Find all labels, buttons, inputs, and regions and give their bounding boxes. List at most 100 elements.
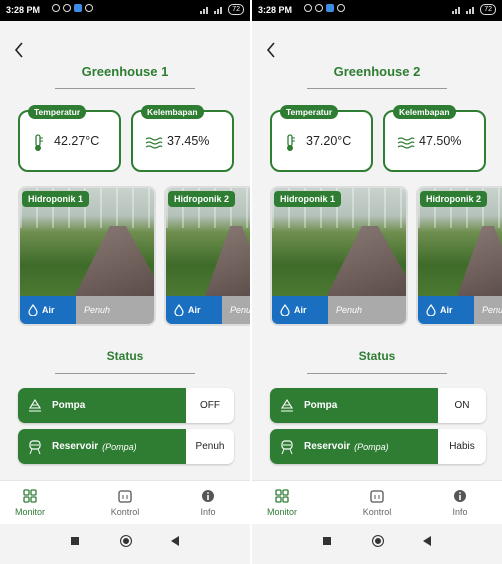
humidity-card: Kelembapan 37.45% <box>131 105 234 172</box>
pump-label: Pompa <box>304 400 338 411</box>
nav-monitor[interactable]: Monitor <box>252 487 312 517</box>
water-label: Air <box>294 305 307 315</box>
pump-status-row[interactable]: Pompa OFF <box>18 388 234 423</box>
info-icon <box>454 490 466 502</box>
water-label: Air <box>188 305 201 315</box>
hydroponic-card-1[interactable]: Hidroponik 1 Air Penuh <box>18 186 156 326</box>
app-notification-icon <box>326 4 334 12</box>
title-divider <box>307 88 447 89</box>
hydroponic-label: Hidroponik 2 <box>420 191 488 207</box>
hydroponic-card-2[interactable]: Hidroponik 2 Air Penuh <box>164 186 250 326</box>
pump-value: ON <box>438 388 486 423</box>
temperature-value: 37.20°C <box>306 134 352 148</box>
status-time: 3:28 PM <box>258 5 293 15</box>
hydroponic-label: Hidroponik 1 <box>274 191 342 207</box>
reservoir-value: Habis <box>438 429 486 464</box>
nav-monitor-label: Monitor <box>14 507 45 517</box>
water-drop-icon <box>426 304 436 316</box>
humidity-icon <box>145 134 163 155</box>
reservoir-sublabel: (Pompa) <box>354 441 389 452</box>
battery-icon: 72 <box>228 4 244 15</box>
status-right: 72 <box>452 4 496 15</box>
info-icon <box>202 490 214 502</box>
nav-kontrol[interactable]: Kontrol <box>347 487 407 517</box>
water-status-bar: Air Penuh <box>166 296 250 324</box>
temperature-card: Temperatur 37.20°C <box>270 105 373 172</box>
hydroponic-card-1[interactable]: Hidroponik 1 Air Penuh <box>270 186 408 326</box>
status-time: 3:28 PM <box>6 5 41 15</box>
title-divider <box>55 88 195 89</box>
reservoir-status-row[interactable]: Reservoir (Pompa) Habis <box>270 429 486 464</box>
recents-button[interactable] <box>323 537 331 545</box>
page-title: Greenhouse 2 <box>333 64 421 79</box>
app-notification-icon <box>74 4 82 12</box>
bottom-navigation: Monitor Kontrol Info <box>252 480 502 525</box>
nav-kontrol[interactable]: Kontrol <box>95 487 155 517</box>
water-status: Penuh <box>336 305 363 315</box>
water-status: Penuh <box>230 305 250 315</box>
recents-button[interactable] <box>71 537 79 545</box>
status-heading: Status <box>106 349 144 363</box>
water-label: Air <box>440 305 453 315</box>
status-heading: Status <box>358 349 396 363</box>
alarm-icon <box>304 4 312 12</box>
temperature-label: Temperatur <box>28 105 87 119</box>
signal-icon-2 <box>466 6 476 14</box>
headset-icon <box>315 4 323 12</box>
temperature-label: Temperatur <box>280 105 339 119</box>
nav-info[interactable]: Info <box>430 487 490 517</box>
reservoir-sublabel: (Pompa) <box>102 441 137 452</box>
back-button[interactable] <box>171 536 179 546</box>
back-button[interactable] <box>423 536 431 546</box>
temperature-value: 42.27°C <box>54 134 100 148</box>
reservoir-status-row[interactable]: Reservoir (Pompa) Penuh <box>18 429 234 464</box>
hydroponic-label: Hidroponik 2 <box>168 191 236 207</box>
monitor-grid-icon <box>275 489 289 503</box>
pump-icon <box>281 398 293 411</box>
signal-icon-2 <box>214 6 224 14</box>
nav-kontrol-label: Kontrol <box>362 507 392 517</box>
instagram-icon <box>337 4 345 12</box>
battery-icon: 72 <box>480 4 496 15</box>
nav-monitor[interactable]: Monitor <box>0 487 60 517</box>
system-navigation <box>252 524 502 564</box>
status-right: 72 <box>200 4 244 15</box>
water-label: Air <box>42 305 55 315</box>
status-notification-icons <box>304 4 345 12</box>
status-divider <box>307 373 447 374</box>
humidity-value: 47.50% <box>419 134 462 148</box>
status-notification-icons <box>52 4 93 12</box>
phone-screen-2: 3:28 PM 72 Greenhouse 2 Temperatur 37.20… <box>252 0 502 564</box>
humidity-label: Kelembapan <box>393 105 456 119</box>
thermometer-icon <box>32 134 44 157</box>
status-divider <box>55 373 195 374</box>
water-status: Penuh <box>84 305 111 315</box>
hydroponic-card-2[interactable]: Hidroponik 2 Air Penuh <box>416 186 502 326</box>
pump-status-row[interactable]: Pompa ON <box>270 388 486 423</box>
water-drop-icon <box>280 304 290 316</box>
signal-icon <box>452 6 462 14</box>
back-arrow-icon[interactable] <box>266 42 276 61</box>
water-status-bar: Air Penuh <box>418 296 502 324</box>
water-label-box: Air <box>20 296 76 324</box>
nav-info-label: Info <box>452 507 468 517</box>
reservoir-icon <box>29 439 41 454</box>
temperature-card: Temperatur 42.27°C <box>18 105 121 172</box>
pump-icon <box>29 398 41 411</box>
home-button[interactable] <box>372 535 384 547</box>
water-status-bar: Air Penuh <box>20 296 154 324</box>
nav-monitor-label: Monitor <box>266 507 297 517</box>
nav-info[interactable]: Info <box>178 487 238 517</box>
humidity-value: 37.45% <box>167 134 210 148</box>
humidity-card: Kelembapan 47.50% <box>383 105 486 172</box>
status-bar: 3:28 PM 72 <box>0 0 250 21</box>
thermometer-icon <box>284 134 296 157</box>
home-button[interactable] <box>120 535 132 547</box>
water-label-box: Air <box>272 296 328 324</box>
reservoir-icon <box>281 439 293 454</box>
back-arrow-icon[interactable] <box>14 42 24 61</box>
kontrol-icon <box>118 490 132 503</box>
humidity-icon <box>397 134 415 155</box>
nav-info-label: Info <box>200 507 216 517</box>
reservoir-label: Reservoir <box>304 441 351 452</box>
